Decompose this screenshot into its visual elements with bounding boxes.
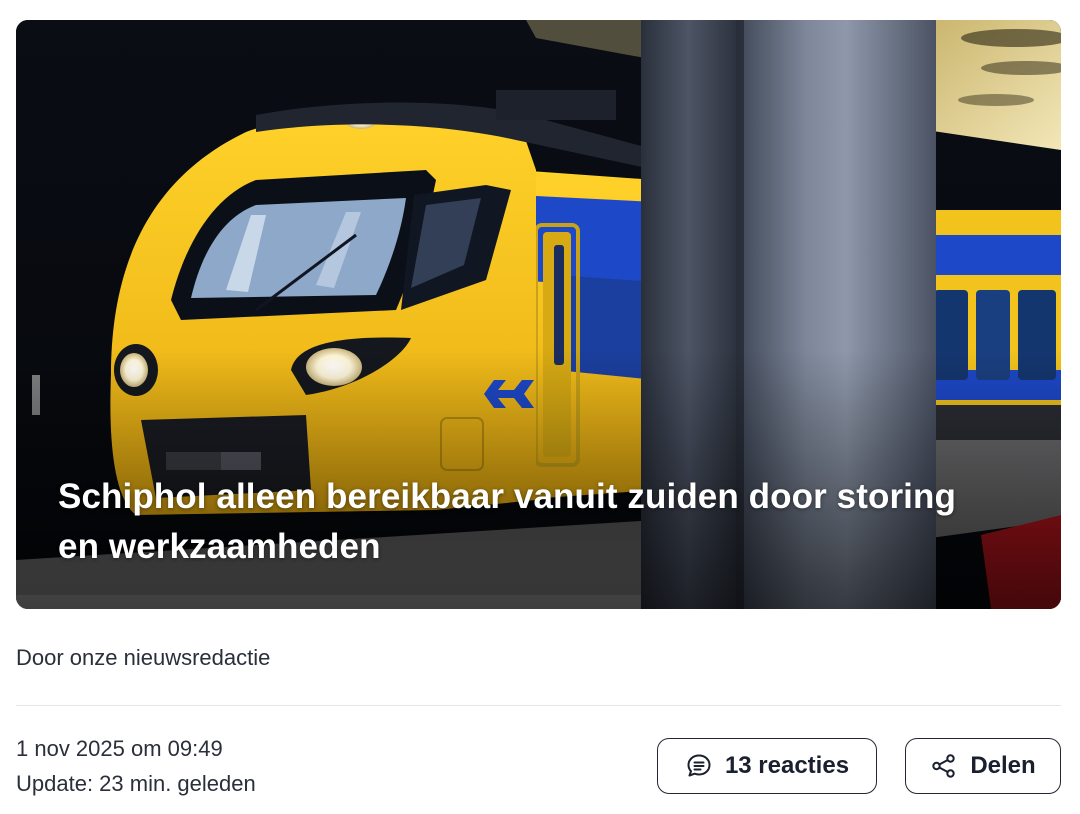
share-label: Delen	[970, 752, 1036, 779]
share-button[interactable]: Delen	[905, 738, 1061, 794]
comment-icon	[685, 752, 713, 780]
updated-time: Update: 23 min. geleden	[16, 771, 256, 796]
divider	[16, 705, 1061, 706]
share-icon	[930, 752, 958, 780]
comments-button[interactable]: 13 reacties	[657, 738, 877, 794]
article-title[interactable]: Schiphol alleen bereikbaar vanuit zuiden…	[58, 472, 958, 572]
hero-image[interactable]: Schiphol alleen bereikbaar vanuit zuiden…	[16, 20, 1061, 609]
author-byline: Door onze nieuwsredactie	[16, 645, 271, 670]
comments-label: 13 reacties	[724, 752, 850, 779]
published-date: 1 nov 2025 om 09:49	[16, 736, 223, 761]
